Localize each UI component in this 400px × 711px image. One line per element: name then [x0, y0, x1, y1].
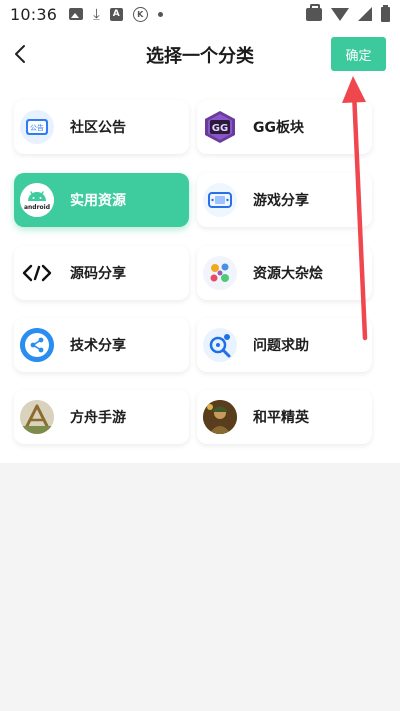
battery-icon	[381, 4, 390, 22]
share-icon	[20, 328, 54, 362]
category-ark-mobile-game[interactable]: 方舟手游	[14, 390, 189, 444]
work-profile-icon	[306, 3, 322, 21]
category-label: 社区公告	[70, 120, 126, 136]
annotation-arrow-icon	[342, 76, 368, 341]
category-label: 实用资源	[70, 193, 126, 209]
status-bar: 10:36 ⤓ A K	[0, 0, 400, 28]
more-notifications-dot-icon	[157, 11, 163, 17]
category-source-code-share[interactable]: 源码分享	[14, 246, 189, 300]
wifi-icon	[331, 7, 349, 21]
gg-logo-icon: GG	[203, 110, 237, 144]
category-label: 游戏分享	[253, 193, 309, 209]
category-label: GG板块	[253, 120, 304, 136]
signal-icon	[358, 7, 372, 21]
status-right	[306, 3, 390, 22]
community-notice-icon: 公告	[20, 110, 54, 144]
code-icon	[20, 256, 54, 290]
svg-text:GG: GG	[212, 123, 228, 134]
svg-text:公告: 公告	[30, 123, 44, 132]
gallery-icon	[69, 8, 84, 20]
category-label: 技术分享	[70, 338, 126, 354]
status-time: 10:36	[10, 4, 58, 24]
android-icon: android	[20, 183, 54, 217]
download-icon: ⤓	[93, 5, 100, 23]
confirm-button[interactable]: 确定	[331, 37, 386, 71]
category-label: 方舟手游	[70, 410, 126, 426]
category-label: 问题求助	[253, 338, 309, 354]
category-peace-elite[interactable]: 和平精英	[197, 390, 372, 444]
app-a-icon: A	[109, 7, 123, 21]
svg-text:android: android	[24, 204, 50, 211]
game-console-icon	[203, 183, 237, 217]
header: 选择一个分类 确定	[0, 34, 400, 74]
category-useful-resources[interactable]: android 实用资源	[14, 173, 189, 227]
category-label: 和平精英	[253, 410, 309, 426]
peace-elite-game-icon	[203, 400, 237, 434]
ark-game-icon	[20, 400, 54, 434]
category-community-notice[interactable]: 公告 社区公告	[14, 100, 189, 154]
category-tech-share[interactable]: 技术分享	[14, 318, 189, 372]
resource-mix-icon	[203, 256, 237, 290]
category-label: 资源大杂烩	[253, 266, 323, 282]
category-label: 源码分享	[70, 266, 126, 282]
app-k-icon: K	[132, 6, 148, 22]
help-search-icon	[203, 328, 237, 362]
